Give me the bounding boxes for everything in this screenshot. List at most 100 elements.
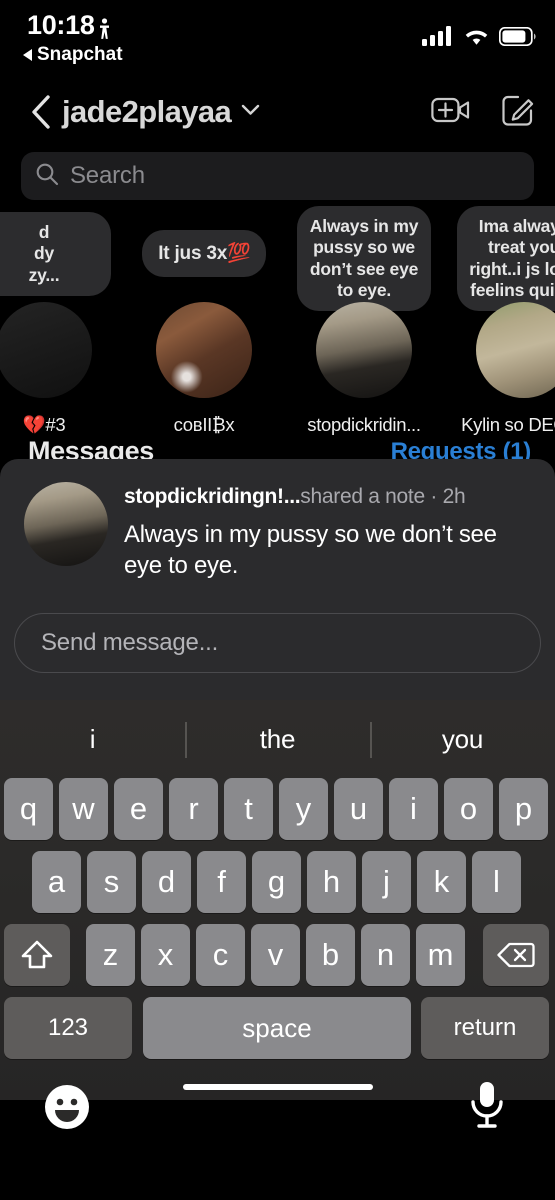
- key-a[interactable]: a: [32, 851, 81, 913]
- note-body-text: Always in my pussy so we don’t see eye t…: [124, 521, 497, 580]
- search-icon: [35, 162, 59, 191]
- note-bubble[interactable]: Always in my pussy so we don’t see eye t…: [297, 206, 431, 312]
- note-bubble[interactable]: It jus 3x💯: [142, 230, 266, 278]
- key-s[interactable]: s: [87, 851, 136, 913]
- note-author-name: stopdickridingn!...: [124, 485, 301, 508]
- status-bar: 10:18 Snapchat: [0, 0, 555, 72]
- instagram-dm-screen: 10:18 Snapchat jade2playaa Search d dy z…: [0, 0, 555, 1200]
- thread-title-button[interactable]: jade2playaa: [62, 83, 260, 141]
- key-h[interactable]: h: [307, 851, 356, 913]
- note-bubble[interactable]: d dy zy...: [0, 212, 111, 297]
- key-t[interactable]: t: [224, 778, 273, 840]
- on-screen-keyboard: i the you q w e r t y u i o p a s d f g …: [0, 700, 555, 1129]
- story-username: #3: [45, 414, 66, 435]
- key-k[interactable]: k: [417, 851, 466, 913]
- space-key[interactable]: space: [143, 997, 411, 1059]
- key-e[interactable]: e: [114, 778, 163, 840]
- location-arrow-icon: [99, 16, 110, 39]
- story-label: 💔#3: [0, 414, 124, 436]
- wifi-icon: [463, 26, 490, 51]
- back-button[interactable]: [28, 85, 54, 139]
- avatar[interactable]: [0, 302, 92, 398]
- numeric-mode-key[interactable]: 123: [4, 997, 132, 1059]
- key-z[interactable]: z: [86, 924, 135, 986]
- story-item[interactable]: d dy zy... 💔#3: [0, 206, 124, 442]
- note-text: It jus 3x: [158, 243, 228, 264]
- message-input[interactable]: Send message...: [14, 613, 541, 673]
- backspace-icon[interactable]: [483, 924, 549, 986]
- key-l[interactable]: l: [472, 851, 521, 913]
- key-w[interactable]: w: [59, 778, 108, 840]
- avatar[interactable]: [156, 302, 252, 398]
- avatar[interactable]: [476, 302, 555, 398]
- key-b[interactable]: b: [306, 924, 355, 986]
- note-action-text: shared a note · 2h: [300, 485, 466, 508]
- shift-arrow-icon[interactable]: [4, 924, 70, 986]
- key-c[interactable]: c: [196, 924, 245, 986]
- story-label: совII₿x: [173, 414, 235, 435]
- status-bar-time-group: 10:18: [27, 10, 110, 41]
- keyboard-row-1: q w e r t y u i o p: [0, 778, 555, 851]
- chevron-down-icon: [241, 103, 260, 121]
- return-key[interactable]: return: [421, 997, 549, 1059]
- story-item[interactable]: It jus 3x💯 совII₿x: [124, 206, 284, 442]
- nav-header: jade2playaa: [0, 85, 555, 143]
- key-f[interactable]: f: [197, 851, 246, 913]
- keyboard-row-2: a s d f g h j k l: [0, 851, 555, 924]
- home-indicator[interactable]: [182, 1084, 373, 1090]
- key-d[interactable]: d: [142, 851, 191, 913]
- key-q[interactable]: q: [4, 778, 53, 840]
- back-triangle-icon: [23, 49, 32, 61]
- status-bar-indicators: [422, 26, 537, 51]
- compose-pencil-icon[interactable]: [501, 93, 535, 132]
- keyboard-row-4: 123 space return: [0, 997, 555, 1070]
- note-bubble[interactable]: Ima always treat you right..i js lose fe…: [457, 206, 555, 312]
- key-x[interactable]: x: [141, 924, 190, 986]
- note-meta: stopdickridingn!...shared a note · 2h: [124, 484, 531, 510]
- back-app-label: Snapchat: [37, 44, 123, 65]
- search-input[interactable]: Search: [21, 152, 534, 200]
- keyboard-row-3: z x c v b n m: [0, 924, 555, 997]
- suggestion-1[interactable]: the: [185, 700, 370, 778]
- story-item[interactable]: Ima always treat you right..i js lose fe…: [444, 206, 555, 442]
- note-reply-sheet: stopdickridingn!...shared a note · 2h Al…: [0, 459, 555, 700]
- key-p[interactable]: p: [499, 778, 548, 840]
- note-author-avatar[interactable]: [24, 482, 108, 566]
- avatar-image: [24, 482, 108, 566]
- keyboard-bottom-bar: [0, 1070, 555, 1146]
- key-y[interactable]: y: [279, 778, 328, 840]
- key-u[interactable]: u: [334, 778, 383, 840]
- key-g[interactable]: g: [252, 851, 301, 913]
- key-r[interactable]: r: [169, 778, 218, 840]
- avatar-image: [316, 302, 412, 398]
- story-label: stopdickridin...: [307, 414, 421, 435]
- avatar-image: [0, 302, 92, 398]
- stories-notes-tray[interactable]: d dy zy... 💔#3 It jus 3x💯 совII₿x Always…: [0, 206, 555, 442]
- broken-heart-icon: 💔: [22, 414, 46, 435]
- avatar-image: [156, 302, 252, 398]
- hundred-points-emoji-icon: 💯: [227, 243, 251, 264]
- story-item[interactable]: Always in my pussy so we don’t see eye t…: [284, 206, 444, 442]
- key-v[interactable]: v: [251, 924, 300, 986]
- microphone-icon[interactable]: [467, 1080, 507, 1135]
- key-m[interactable]: m: [416, 924, 465, 986]
- keyboard-suggestion-bar: i the you: [0, 700, 555, 778]
- nav-actions: [431, 85, 535, 139]
- suggestion-2[interactable]: you: [370, 700, 555, 778]
- battery-icon: [498, 26, 537, 51]
- key-j[interactable]: j: [362, 851, 411, 913]
- avatar-image: [476, 302, 555, 398]
- key-o[interactable]: o: [444, 778, 493, 840]
- key-i[interactable]: i: [389, 778, 438, 840]
- suggestion-0[interactable]: i: [0, 700, 185, 778]
- shared-note-row[interactable]: stopdickridingn!...shared a note · 2h Al…: [0, 482, 555, 582]
- back-to-app-button[interactable]: Snapchat: [23, 44, 123, 66]
- video-call-add-icon[interactable]: [431, 94, 471, 131]
- suggestion-divider: [370, 722, 372, 758]
- message-input-placeholder: Send message...: [41, 629, 219, 656]
- key-n[interactable]: n: [361, 924, 410, 986]
- status-bar-time: 10:18: [27, 10, 95, 40]
- note-content: stopdickridingn!...shared a note · 2h Al…: [124, 482, 531, 582]
- avatar[interactable]: [316, 302, 412, 398]
- emoji-smiley-icon[interactable]: [44, 1084, 90, 1135]
